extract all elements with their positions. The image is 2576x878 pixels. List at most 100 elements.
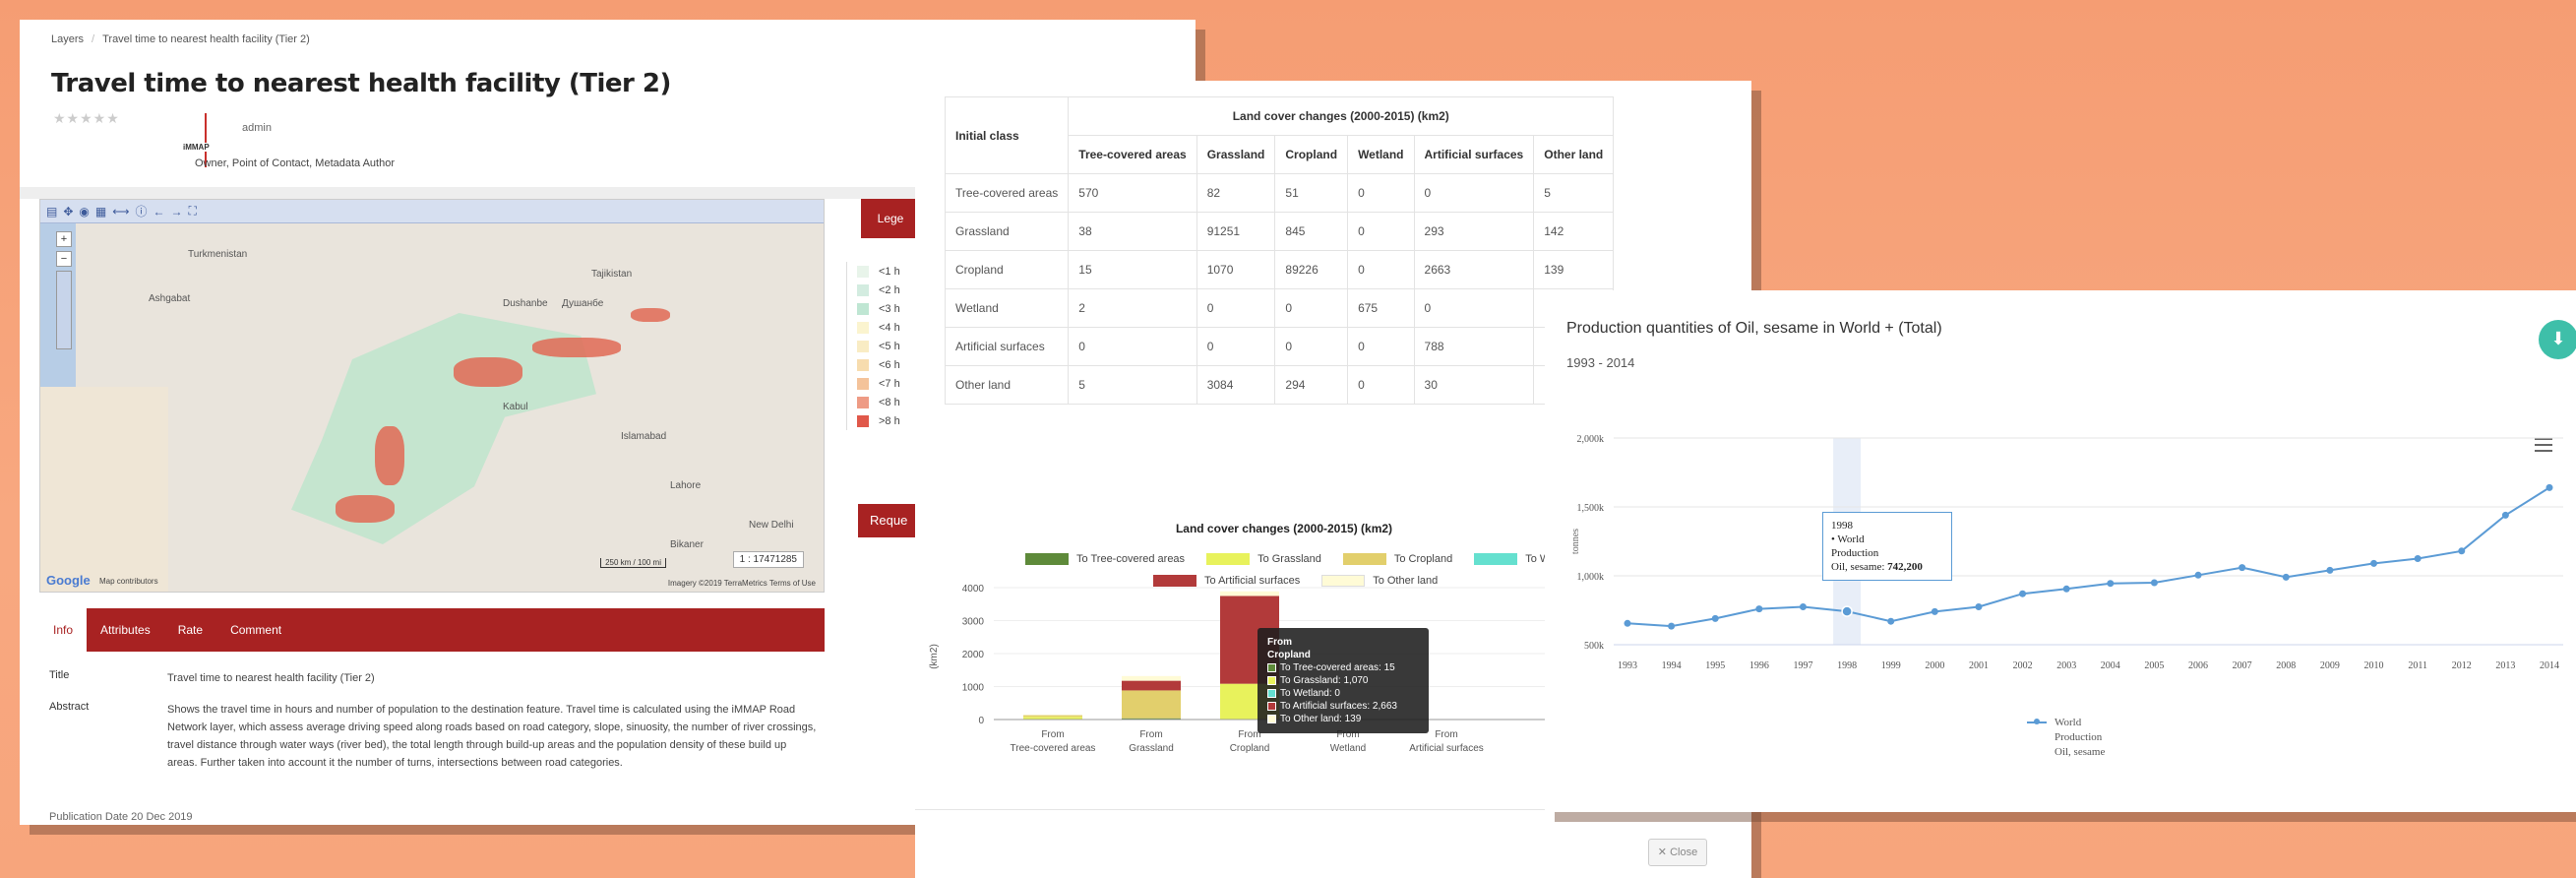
x-tick-label: 2007 (2233, 660, 2252, 671)
tab-attributes[interactable]: Attributes (87, 608, 164, 652)
table-header: Cropland (1274, 135, 1349, 174)
legend-swatch (857, 265, 869, 278)
x-tick-label: Tree-covered areas (1011, 743, 1096, 754)
owner-role: Owner, Point of Contact, Metadata Author (195, 157, 396, 169)
chart-legend[interactable]: World Production Oil, sesame (2027, 716, 2105, 760)
data-point[interactable] (1755, 605, 1763, 613)
data-point[interactable] (2545, 483, 2553, 491)
map-label: Kabul (503, 402, 528, 412)
globe-icon[interactable]: ◉ (79, 205, 89, 219)
legend-item[interactable]: To Cropland (1342, 553, 1452, 565)
tab-info[interactable]: Info (39, 608, 88, 652)
measure-icon[interactable]: ⟷ (112, 205, 129, 219)
zoom-out-button[interactable]: − (56, 251, 72, 267)
map-attribution[interactable]: Imagery ©2019 TerraMetrics Terms of Use (668, 579, 816, 588)
x-tick-label: 1997 (1793, 660, 1812, 671)
x-tick-label: 2000 (1925, 660, 1944, 671)
bar-segment[interactable] (1023, 715, 1082, 718)
table-cell: 294 (1274, 365, 1349, 405)
org-logo-text: iMMAP (181, 143, 212, 152)
map-label: Tajikistan (591, 269, 633, 280)
table-cell: 0 (1196, 288, 1276, 328)
data-point[interactable] (1841, 605, 1853, 617)
tab-rate[interactable]: Rate (164, 608, 216, 652)
table-header: Tree-covered areas (1068, 135, 1197, 174)
bar-segment[interactable] (1122, 680, 1181, 691)
data-point[interactable] (2458, 547, 2466, 555)
zoom-slider[interactable] (56, 271, 72, 349)
bar-segment[interactable] (1122, 675, 1181, 681)
table-cell: Wetland (944, 288, 1070, 328)
tooltip-swatch (1267, 689, 1276, 698)
x-tick-label: Wetland (1330, 743, 1367, 754)
map-data-credit: Map contributors (99, 577, 158, 586)
y-tick-label: 1,000k (1577, 572, 1605, 583)
legend-item[interactable]: To Tree-covered areas (1025, 553, 1185, 565)
layers-icon[interactable]: ▤ (46, 205, 57, 219)
data-point[interactable] (2282, 573, 2290, 581)
back-icon[interactable]: ← (153, 205, 164, 219)
owner-name[interactable]: admin (242, 122, 272, 134)
info-row-publication: Publication Date 20 Dec 2019 (49, 811, 193, 823)
breadcrumb-separator: / (92, 33, 95, 45)
map-land (40, 387, 168, 592)
x-tick-label: 2012 (2452, 660, 2472, 671)
table-header: Initial class (944, 96, 1070, 174)
pan-icon[interactable]: ✥ (63, 205, 73, 219)
rating-stars[interactable]: ★★★★★ (53, 110, 120, 127)
legend-swatch (857, 283, 869, 296)
legend-label: <1 h (879, 265, 900, 278)
bar-segment[interactable] (1122, 690, 1181, 719)
legend-item[interactable]: To Grassland (1206, 553, 1321, 565)
table-cell: 0 (1274, 288, 1349, 328)
data-point[interactable] (1668, 622, 1676, 630)
forward-icon[interactable]: → (170, 205, 182, 219)
data-point[interactable] (2326, 566, 2334, 574)
x-tick-label: 2014 (2540, 660, 2559, 671)
map-label: Turkmenistan (188, 249, 248, 260)
data-point[interactable] (1931, 607, 1938, 615)
y-tick-label: 2000 (962, 650, 985, 660)
data-point[interactable] (2019, 590, 2027, 597)
table-row: Cropland 15 1070 89226 0 2663 139 (944, 250, 1615, 289)
data-point[interactable] (2501, 511, 2509, 519)
table-cell: 5 (1533, 173, 1615, 213)
tooltip-text: To Wetland: 0 (1280, 688, 1340, 699)
info-icon[interactable]: ⓘ (135, 203, 147, 220)
data-point[interactable] (2150, 579, 2158, 587)
download-button[interactable]: ⬇ (2539, 320, 2576, 359)
print-icon[interactable]: ▦ (95, 205, 106, 219)
legend-label: <5 h (879, 340, 900, 352)
tab-legend[interactable]: Lege (861, 199, 920, 238)
tooltip-row: To Grassland: 1,070 (1267, 674, 1419, 687)
data-point[interactable] (1711, 614, 1719, 622)
data-point[interactable] (2107, 580, 2115, 588)
bar-segment[interactable] (1220, 591, 1279, 596)
zoom-in-button[interactable]: + (56, 231, 72, 247)
y-tick-label: 500k (1584, 641, 1604, 652)
tab-comment[interactable]: Comment (216, 608, 295, 652)
data-point[interactable] (2062, 585, 2070, 593)
info-tabs: Info Attributes Rate Comment (39, 608, 825, 652)
data-point[interactable] (2194, 571, 2202, 579)
data-point[interactable] (2370, 559, 2378, 567)
table-cell: Tree-covered areas (944, 173, 1070, 213)
production-chart-window: Production quantities of Oil, sesame in … (1545, 290, 2576, 812)
data-point[interactable] (1975, 603, 1983, 610)
close-button[interactable]: ✕ Close (1648, 839, 1707, 866)
data-point[interactable] (1624, 619, 1631, 627)
data-point[interactable] (2414, 555, 2422, 562)
tooltip-text: To Tree-covered areas: 15 (1280, 662, 1395, 673)
data-point[interactable] (1887, 617, 1895, 625)
breadcrumb-layers[interactable]: Layers (51, 33, 84, 45)
table-header-group: Land cover changes (2000-2015) (km2) (1068, 96, 1615, 136)
map-toolbar: ▤ ✥ ◉ ▦ ⟷ ⓘ ← → ⛶ (40, 200, 824, 223)
map-label: Душанбе (562, 298, 604, 309)
map-scale-input[interactable]: 1 : 17471285 (732, 551, 804, 568)
tooltip-text: To Other land: 139 (1280, 714, 1362, 724)
fullscreen-icon[interactable]: ⛶ (188, 204, 196, 219)
map-viewer[interactable]: ▤ ✥ ◉ ▦ ⟷ ⓘ ← → ⛶ + − Turkmenistan Tajik… (39, 199, 825, 593)
data-point[interactable] (2239, 564, 2246, 572)
info-row-abstract: Abstract Shows the travel time in hours … (49, 701, 817, 772)
data-point[interactable] (1799, 603, 1807, 610)
